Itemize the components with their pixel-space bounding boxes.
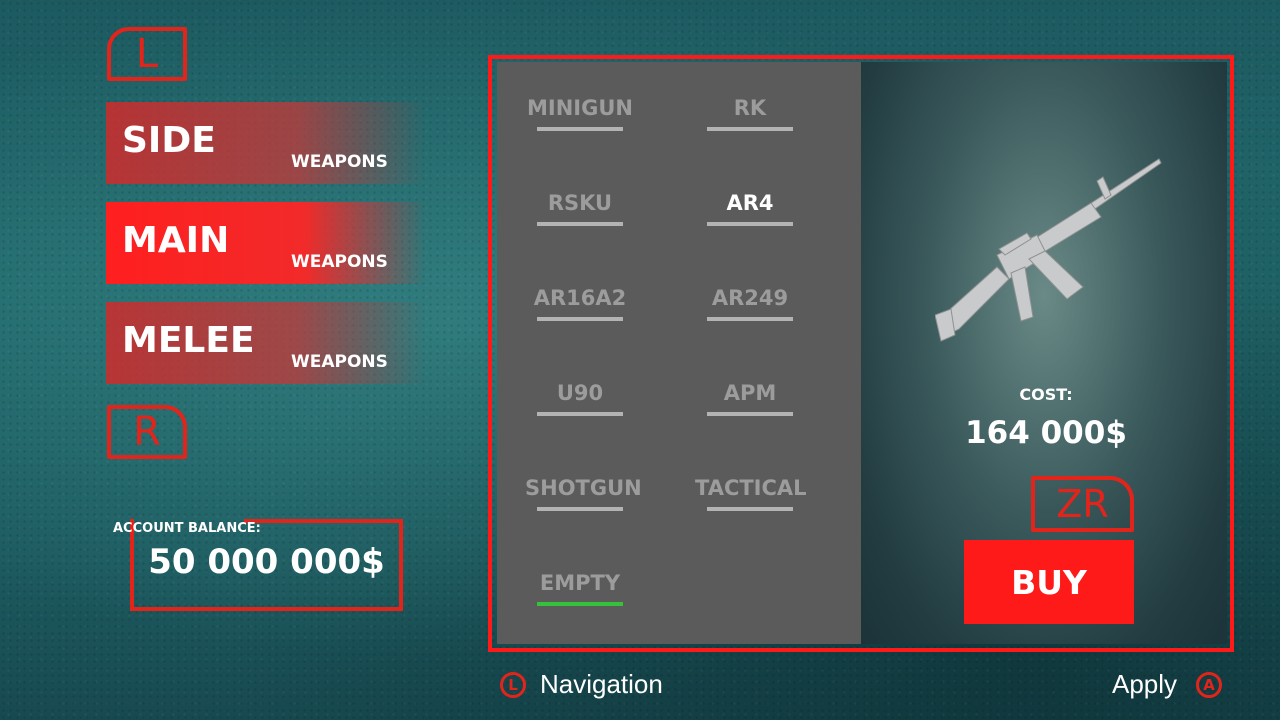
weapon-underline bbox=[707, 412, 793, 416]
weapon-underline bbox=[537, 507, 623, 511]
weapon-item-rk[interactable]: RK bbox=[695, 95, 805, 131]
cost-label: COST: bbox=[1019, 385, 1073, 404]
apply-hint-label[interactable]: Apply bbox=[1112, 669, 1177, 700]
weapon-name: EMPTY bbox=[539, 571, 621, 595]
account-balance-value: 50 000 000$ bbox=[148, 542, 385, 582]
weapon-underline bbox=[537, 602, 623, 606]
account-balance-frame-top bbox=[244, 519, 403, 523]
weapon-item-u90[interactable]: U90 bbox=[525, 380, 635, 416]
category-subtitle: WEAPONS bbox=[291, 352, 388, 372]
weapon-underline bbox=[537, 412, 623, 416]
weapon-item-empty[interactable]: EMPTY bbox=[525, 570, 635, 606]
a-button-icon: A bbox=[1196, 672, 1222, 698]
weapon-item-shotgun[interactable]: SHOTGUN bbox=[525, 475, 642, 511]
weapon-item-ar16a2[interactable]: AR16A2 bbox=[525, 285, 635, 321]
weapon-item-rsku[interactable]: RSKU bbox=[525, 190, 635, 226]
assault-rifle-icon bbox=[935, 158, 1162, 342]
weapon-item-ar249[interactable]: AR249 bbox=[695, 285, 805, 321]
weapon-name: AR249 bbox=[711, 286, 789, 310]
weapon-item-apm[interactable]: APM bbox=[695, 380, 805, 416]
category-tab-side-weapons[interactable]: SIDE WEAPONS bbox=[106, 102, 426, 184]
weapon-item-tactical[interactable]: TACTICAL bbox=[695, 475, 807, 511]
weapon-name: RSKU bbox=[547, 191, 613, 215]
weapon-name: TACTICAL bbox=[695, 476, 807, 500]
weapon-underline bbox=[537, 317, 623, 321]
category-subtitle: WEAPONS bbox=[291, 252, 388, 272]
weapon-item-minigun[interactable]: MINIGUN bbox=[525, 95, 635, 131]
buy-button[interactable]: BUY bbox=[964, 540, 1134, 624]
l-shoulder-button-hint: L bbox=[107, 27, 187, 81]
account-balance-label: ACCOUNT BALANCE: bbox=[113, 521, 261, 536]
weapon-name: APM bbox=[723, 381, 777, 405]
weapon-grid-panel bbox=[497, 62, 861, 644]
weapon-underline bbox=[707, 127, 793, 131]
weapon-name: AR4 bbox=[726, 191, 774, 215]
category-tab-main-weapons[interactable]: MAIN WEAPONS bbox=[106, 202, 426, 284]
category-subtitle: WEAPONS bbox=[291, 152, 388, 172]
r-shoulder-button-hint: R bbox=[107, 405, 187, 459]
weapon-underline bbox=[707, 507, 793, 511]
weapon-underline bbox=[537, 222, 623, 226]
zr-button-hint: ZR bbox=[1031, 476, 1134, 532]
navigation-hint-label: Navigation bbox=[540, 669, 663, 699]
category-tab-melee-weapons[interactable]: MELEE WEAPONS bbox=[106, 302, 426, 384]
cost-value: 164 000$ bbox=[965, 415, 1127, 451]
category-title: MAIN bbox=[122, 220, 230, 261]
weapon-underline bbox=[707, 317, 793, 321]
weapon-name: RK bbox=[733, 96, 767, 120]
weapon-name: SHOTGUN bbox=[525, 476, 642, 500]
l-stick-icon: L bbox=[500, 672, 526, 698]
category-title: MELEE bbox=[122, 320, 255, 361]
weapon-underline bbox=[707, 222, 793, 226]
weapon-name: MINIGUN bbox=[527, 96, 633, 120]
category-title: SIDE bbox=[122, 120, 216, 161]
weapon-underline bbox=[537, 127, 623, 131]
weapon-name: AR16A2 bbox=[533, 286, 627, 310]
weapon-name: U90 bbox=[556, 381, 604, 405]
weapon-item-ar4[interactable]: AR4 bbox=[695, 190, 805, 226]
